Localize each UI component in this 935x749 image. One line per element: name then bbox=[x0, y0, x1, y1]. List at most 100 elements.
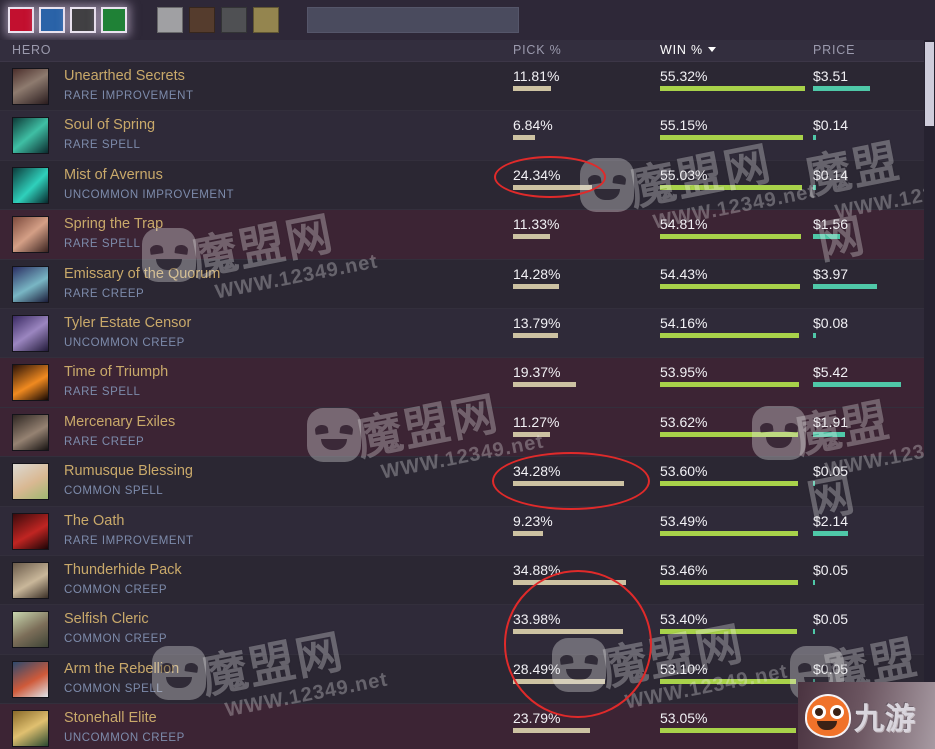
uncommon-rarity-filter[interactable] bbox=[189, 7, 215, 33]
price-bar-track bbox=[813, 234, 848, 240]
price-cell: $0.05 bbox=[813, 610, 848, 635]
pick-bar-track bbox=[513, 579, 626, 585]
table-row[interactable]: Soul of Spring RARE SPELL 6.84% 55.15% $0.14 bbox=[0, 111, 935, 161]
card-info: Soul of Spring RARE SPELL bbox=[64, 115, 155, 153]
price-bar-track bbox=[813, 332, 848, 338]
pick-bar-track bbox=[513, 332, 560, 338]
win-bar bbox=[660, 678, 796, 684]
pick-bar-track bbox=[513, 283, 560, 289]
table-row[interactable]: Rumusque Blessing COMMON SPELL 34.28% 53.60… bbox=[0, 457, 935, 507]
common-rarity-filter[interactable] bbox=[157, 7, 183, 33]
card-name: Selfish Cleric bbox=[64, 611, 149, 628]
red-filter[interactable] bbox=[8, 7, 34, 33]
pick-percent-value: 24.34% bbox=[513, 166, 561, 183]
card-info: Stonehall Elite UNCOMMON CREEP bbox=[64, 708, 185, 746]
vertical-scrollbar[interactable] bbox=[924, 40, 935, 749]
pick-bar-track bbox=[513, 382, 576, 388]
win-bar bbox=[660, 728, 796, 734]
search-input[interactable] bbox=[307, 7, 519, 33]
price-bar bbox=[813, 481, 815, 487]
win-percent-value: 53.62% bbox=[660, 413, 708, 430]
card-thumbnail bbox=[12, 68, 49, 105]
card-rarity: RARE IMPROVEMENT bbox=[64, 90, 194, 102]
pick-percent-value: 34.28% bbox=[513, 463, 561, 480]
card-name: Rumusque Blessing bbox=[64, 463, 193, 480]
card-info: Arm the Rebellion COMMON SPELL bbox=[64, 659, 179, 697]
price-value: $0.05 bbox=[813, 463, 849, 480]
table-row[interactable]: Mist of Avernus UNCOMMON IMPROVEMENT 24.34… bbox=[0, 160, 935, 211]
filter-bar bbox=[0, 0, 935, 40]
table-row[interactable]: Emissary of the Quorum RARE CREEP 14.28% 54… bbox=[0, 259, 935, 309]
card-name: Unearthed Secrets bbox=[64, 68, 185, 84]
pick-bar bbox=[513, 530, 543, 536]
card-rarity: RARE SPELL bbox=[64, 238, 141, 251]
pick-bar-track bbox=[513, 481, 624, 487]
win-percent-cell: 54.81% bbox=[660, 215, 801, 240]
price-bar-track bbox=[813, 530, 848, 536]
column-header-hero[interactable]: HERO bbox=[12, 43, 51, 57]
table-row[interactable]: Spring the Trap RARE SPELL 11.33% 54.81% $1.… bbox=[0, 210, 935, 260]
black-filter[interactable] bbox=[70, 7, 96, 33]
pick-percent-cell: 33.98% bbox=[513, 610, 623, 635]
table-row[interactable]: Mercenary Exiles RARE CREEP 11.27% 53.62% $1… bbox=[0, 407, 935, 458]
table-row[interactable]: Unearthed Secrets RARE IMPROVEMENT 11.81% 5… bbox=[0, 62, 935, 112]
green-filter[interactable] bbox=[101, 7, 127, 33]
price-bar-track bbox=[813, 579, 848, 585]
pick-bar-track bbox=[513, 184, 592, 190]
table-row[interactable]: Tyler Estate Censor UNCOMMON CREEP 13.79% 5… bbox=[0, 308, 935, 359]
card-name: Thunderhide Pack bbox=[64, 561, 182, 578]
pick-percent-value: 28.49% bbox=[513, 660, 561, 677]
price-cell: $5.42 bbox=[813, 363, 901, 388]
column-header-price[interactable]: PRICE bbox=[813, 43, 855, 57]
table-row[interactable]: The Oath RARE IMPROVEMENT 9.23% 53.49% $2.14 bbox=[0, 506, 935, 556]
table-row[interactable]: Thunderhide Pack COMMON CREEP 34.88% 53.46%… bbox=[0, 555, 935, 606]
table-row[interactable]: Time of Triumph RARE SPELL 19.37% 53.95% $5.… bbox=[0, 358, 935, 408]
card-name: Time of Triumph bbox=[64, 364, 169, 381]
table-row[interactable]: Arm the Rebellion COMMON SPELL 28.49% 53.10… bbox=[0, 654, 935, 705]
price-value: $0.05 bbox=[813, 660, 849, 677]
rare-rarity-filter[interactable] bbox=[221, 7, 247, 33]
price-value: $1.91 bbox=[813, 413, 849, 430]
win-bar-track bbox=[660, 481, 798, 487]
column-header-win[interactable]: WIN % bbox=[660, 43, 716, 57]
card-name: Spring the Trap bbox=[64, 216, 164, 233]
card-thumbnail bbox=[12, 166, 49, 204]
blue-filter[interactable] bbox=[39, 7, 65, 33]
table-row[interactable]: Selfish Cleric COMMON CREEP 33.98% 53.40% $0… bbox=[0, 605, 935, 655]
card-list: Unearthed Secrets RARE IMPROVEMENT 11.81% 5… bbox=[0, 62, 935, 749]
price-cell: $0.05 bbox=[813, 561, 848, 585]
pick-percent-cell: 6.84% bbox=[513, 116, 553, 141]
table-row[interactable]: Stonehall Elite UNCOMMON CREEP 23.79% 53.05… bbox=[0, 704, 935, 749]
win-percent-cell: 53.62% bbox=[660, 413, 798, 437]
legendary-rarity-filter[interactable] bbox=[253, 7, 279, 33]
win-percent-value: 53.10% bbox=[660, 660, 708, 677]
win-percent-value: 55.15% bbox=[660, 117, 708, 134]
card-rarity: RARE CREEP bbox=[64, 287, 145, 300]
card-rarity: COMMON CREEP bbox=[64, 633, 168, 646]
price-value: $0.05 bbox=[813, 561, 849, 578]
pick-bar-track bbox=[513, 135, 553, 141]
pick-bar bbox=[513, 283, 559, 289]
card-rarity: UNCOMMON CREEP bbox=[64, 336, 185, 349]
pick-bar-track bbox=[513, 234, 559, 240]
pick-percent-value: 23.79% bbox=[513, 710, 561, 727]
win-bar-track bbox=[660, 678, 796, 684]
card-info: Time of Triumph RARE SPELL bbox=[64, 362, 168, 400]
pick-percent-value: 19.37% bbox=[513, 364, 561, 381]
price-cell: $0.05 bbox=[813, 660, 848, 684]
card-info: Thunderhide Pack COMMON CREEP bbox=[64, 560, 182, 598]
ninegame-logo-text: 九游 bbox=[854, 701, 916, 737]
pick-percent-value: 9.23% bbox=[513, 512, 553, 529]
column-header-pick[interactable]: PICK % bbox=[513, 43, 562, 57]
price-cell: $0.14 bbox=[813, 116, 849, 141]
price-value: $0.14 bbox=[813, 166, 849, 183]
pick-bar bbox=[513, 135, 535, 141]
price-value: $0.14 bbox=[813, 117, 849, 134]
win-percent-cell: 54.43% bbox=[660, 265, 800, 289]
win-bar-track bbox=[660, 431, 798, 437]
win-percent-value: 53.46% bbox=[660, 561, 708, 578]
price-bar bbox=[813, 431, 845, 437]
win-percent-cell: 55.32% bbox=[660, 67, 805, 91]
scrollbar-thumb[interactable] bbox=[925, 42, 934, 126]
pick-bar-track bbox=[513, 678, 605, 684]
